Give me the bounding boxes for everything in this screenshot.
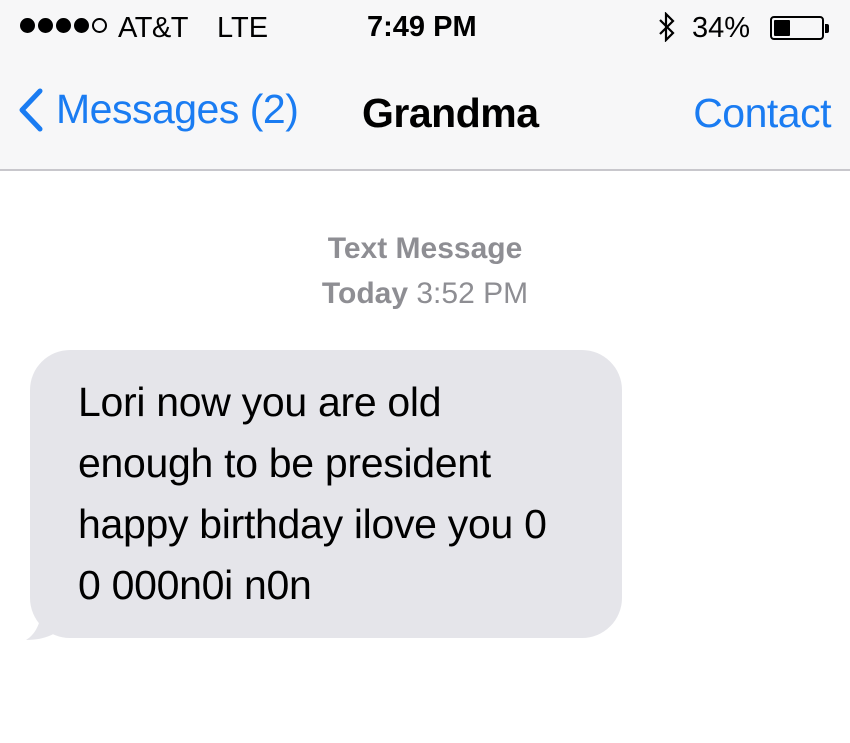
signal-dot (74, 18, 89, 33)
time-label: 3:52 PM (416, 277, 529, 310)
status-time: 7:49 PM (367, 11, 477, 43)
message-row: Lori now you are old enough to be presid… (26, 350, 622, 640)
bluetooth-icon (659, 12, 675, 42)
battery-level (774, 20, 790, 36)
status-bar: AT&T LTE 7:49 PM 34% (0, 0, 850, 58)
conversation-title: Grandma (362, 90, 539, 136)
network-type: LTE (217, 12, 269, 44)
signal-dot (92, 18, 107, 33)
header: AT&T LTE 7:49 PM 34% Messages (2) Grandm… (0, 0, 850, 171)
signal-strength-icon (20, 18, 107, 33)
back-label: Messages (2) (56, 86, 299, 132)
signal-dot (38, 18, 53, 33)
contact-button[interactable]: Contact (693, 90, 831, 137)
battery-nub (825, 24, 829, 33)
battery-percent: 34% (692, 12, 751, 44)
chevron-left-icon (19, 88, 43, 131)
carrier-name: AT&T (118, 12, 188, 44)
signal-dot (20, 18, 35, 33)
messages-screen: AT&T LTE 7:49 PM 34% Messages (2) Grandm… (0, 0, 850, 743)
battery-icon (770, 16, 824, 40)
signal-dot (56, 18, 71, 33)
message-timestamp: Text Message Today 3:52 PM (0, 226, 850, 316)
back-button[interactable]: Messages (2) (18, 86, 299, 133)
incoming-message-bubble[interactable]: Lori now you are old enough to be presid… (30, 350, 622, 638)
service-label: Text Message (327, 232, 523, 265)
day-label: Today (321, 277, 409, 310)
